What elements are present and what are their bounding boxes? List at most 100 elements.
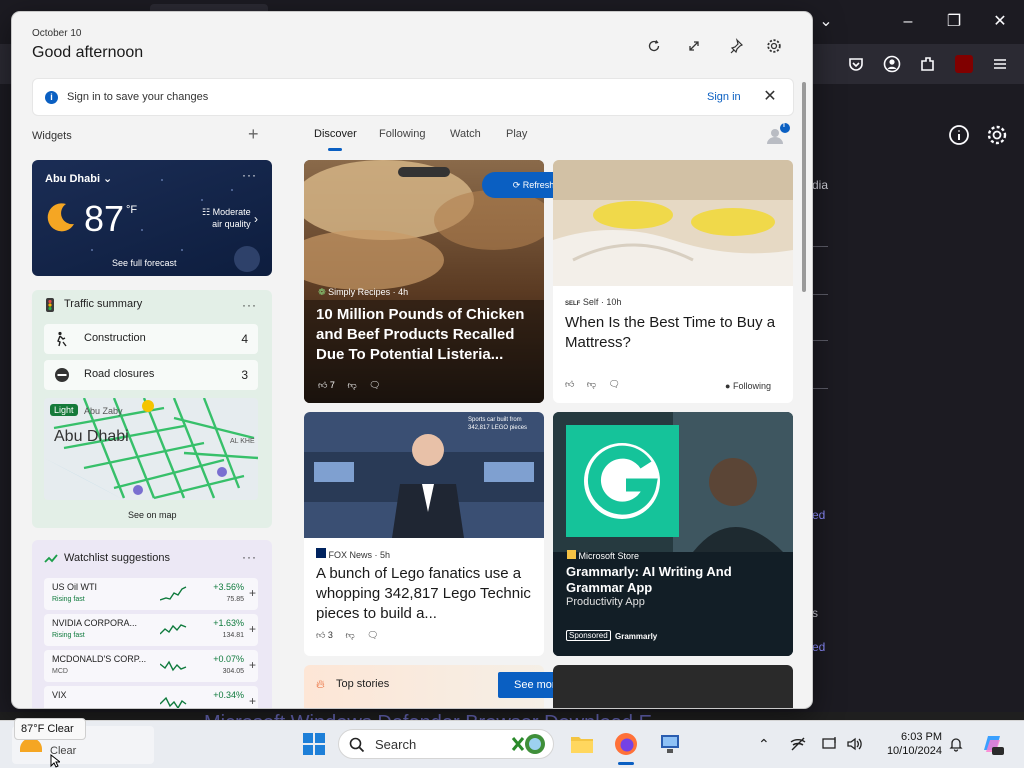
add-widget-icon[interactable]: +: [248, 124, 259, 145]
chevron-right-icon[interactable]: ›: [254, 212, 258, 226]
network-icon[interactable]: [822, 736, 838, 752]
comment-icon[interactable]: 🗨︎: [609, 379, 620, 389]
see-on-map-link[interactable]: See on map: [128, 510, 177, 520]
traffic-row[interactable]: Construction 4: [44, 324, 258, 354]
traffic-map[interactable]: Light Abu Zaby Abu Dhabi AL KHE: [44, 398, 258, 500]
traffic-card[interactable]: Traffic summary ··· Construction 4 Road …: [32, 290, 272, 528]
widgets-panel: October 10 Good afternoon i Sign in to s…: [12, 12, 812, 708]
tab-watch[interactable]: Watch: [450, 128, 481, 140]
card-reactions: 👍︎ 7 👎︎ 🗨︎: [318, 380, 381, 390]
tab-following[interactable]: Following: [379, 128, 425, 140]
browser-side-text-2: s: [812, 606, 818, 620]
traffic-row-count: 4: [241, 332, 248, 346]
dislike-icon[interactable]: 👎︎: [347, 380, 356, 390]
mouse-cursor-icon: [50, 753, 62, 768]
taskbar-clock[interactable]: 6:03 PM 10/10/2024: [868, 730, 942, 758]
more-options-icon[interactable]: ···: [242, 298, 257, 312]
stock-change: +1.63%: [213, 618, 244, 628]
card-headline[interactable]: When Is the Best Time to Buy a Mattress?: [565, 313, 785, 353]
divider: [812, 340, 828, 341]
sparkline-chart: [160, 660, 187, 672]
clock-time: 6:03 PM: [901, 731, 942, 743]
traffic-row[interactable]: Road closures 3: [44, 360, 258, 390]
card-headline[interactable]: Grammarly: AI Writing And Grammar App: [566, 564, 766, 596]
news-card-partial[interactable]: [553, 665, 793, 708]
signin-link[interactable]: Sign in: [707, 91, 741, 103]
watchlist-item[interactable]: NVIDIA CORPORA... Rising fast +1.63% 134.81…: [44, 614, 258, 646]
dislike-icon[interactable]: 👎︎: [587, 379, 596, 389]
dislike-icon[interactable]: 👎︎: [345, 630, 354, 640]
pocket-icon[interactable]: [846, 54, 866, 74]
file-explorer-icon[interactable]: [570, 732, 594, 756]
grammarly-logo: [566, 425, 679, 537]
tab-list-chevron-icon[interactable]: ⌄: [816, 12, 836, 32]
firefox-icon[interactable]: [614, 732, 638, 756]
show-hidden-icons-chevron-icon[interactable]: ⌃: [758, 736, 774, 752]
info-circle-icon[interactable]: [948, 124, 970, 146]
taskbar-search[interactable]: Search: [338, 729, 554, 759]
watchlist-card[interactable]: Watchlist suggestions ··· US Oil WTI Risi…: [32, 540, 272, 708]
maximize-icon[interactable]: ❐: [944, 12, 964, 32]
profile-avatar[interactable]: i: [764, 122, 790, 148]
more-options-icon[interactable]: ···: [242, 168, 257, 182]
browser-side-link[interactable]: ed: [812, 508, 825, 522]
extensions-icon[interactable]: [918, 54, 938, 74]
road-closure-icon: [54, 367, 70, 383]
add-to-watchlist-icon[interactable]: +: [249, 694, 256, 708]
copilot-icon[interactable]: [980, 732, 1004, 756]
stock-name: US Oil WTI: [52, 582, 97, 592]
like-icon[interactable]: 👍︎: [316, 630, 325, 640]
sparkline-chart: [160, 586, 187, 601]
account-icon[interactable]: [882, 54, 902, 74]
more-options-icon[interactable]: ···: [242, 550, 257, 564]
source-logo-icon: ❁: [318, 287, 326, 297]
close-icon[interactable]: ✕: [761, 88, 779, 106]
tab-discover[interactable]: Discover: [314, 128, 357, 140]
like-icon[interactable]: 👍︎: [318, 380, 327, 390]
tab-play[interactable]: Play: [506, 128, 527, 140]
browser-side-text: dia: [812, 178, 829, 192]
panel-scrollbar[interactable]: [802, 82, 806, 292]
weather-city[interactable]: Abu Dhabi ⌄: [45, 172, 112, 185]
greeting: Good afternoon: [32, 44, 144, 61]
minimize-icon[interactable]: –: [898, 12, 918, 32]
signin-message: Sign in to save your changes: [67, 91, 209, 103]
map-city-label: Abu Dhabi: [54, 428, 129, 445]
close-window-icon[interactable]: ✕: [990, 12, 1010, 32]
pin-icon[interactable]: [728, 38, 744, 54]
start-button-icon[interactable]: [302, 732, 326, 756]
remote-desktop-icon[interactable]: [658, 732, 682, 756]
settings-icon[interactable]: [766, 38, 782, 54]
card-headline[interactable]: 10 Million Pounds of Chicken and Beef Pr…: [316, 305, 536, 365]
expand-icon[interactable]: [686, 38, 702, 54]
see-full-forecast-link[interactable]: See full forecast: [112, 258, 177, 268]
search-placeholder: Search: [375, 737, 417, 752]
sun-icon: [20, 738, 42, 752]
volume-icon[interactable]: [846, 736, 862, 752]
watchlist-item[interactable]: VIX +0.34% +: [44, 686, 258, 708]
settings-gear-icon[interactable]: [986, 124, 1008, 146]
ublock-icon[interactable]: [955, 55, 973, 73]
add-to-watchlist-icon[interactable]: +: [249, 622, 256, 636]
ad-card-grammarly[interactable]: Microsoft Store Grammarly: AI Writing An…: [553, 412, 793, 656]
stock-change: +0.07%: [213, 654, 244, 664]
add-to-watchlist-icon[interactable]: +: [249, 586, 256, 600]
watchlist-item[interactable]: MCDONALD'S CORP... MCD +0.07% 304.05 +: [44, 650, 258, 682]
divider: [812, 388, 828, 389]
comment-icon[interactable]: 🗨︎: [369, 380, 380, 390]
card-headline[interactable]: A bunch of Lego fanatics use a whopping …: [316, 564, 538, 624]
weather-card[interactable]: Abu Dhabi ⌄ ··· 87 °F ☷ Moderate air qual…: [32, 160, 272, 276]
add-to-watchlist-icon[interactable]: +: [249, 658, 256, 672]
browser-side-link-2[interactable]: ed: [812, 640, 825, 654]
comment-icon[interactable]: 🗨︎: [367, 630, 378, 640]
news-card-lego[interactable]: Sports car built from 342,817 LEGO piece…: [304, 412, 544, 656]
refresh-icon[interactable]: [646, 38, 662, 54]
watchlist-item[interactable]: US Oil WTI Rising fast +3.56% 75.85 +: [44, 578, 258, 610]
like-icon[interactable]: 👍︎: [565, 379, 574, 389]
news-card-mattress[interactable]: SELF Self · 10h When Is the Best Time to…: [553, 160, 793, 403]
menu-icon[interactable]: [990, 54, 1010, 74]
vpn-shield-icon[interactable]: [790, 736, 806, 752]
notifications-bell-icon[interactable]: [948, 736, 964, 752]
temperature: 87: [84, 198, 125, 239]
carousel-dots[interactable]: [398, 167, 450, 177]
